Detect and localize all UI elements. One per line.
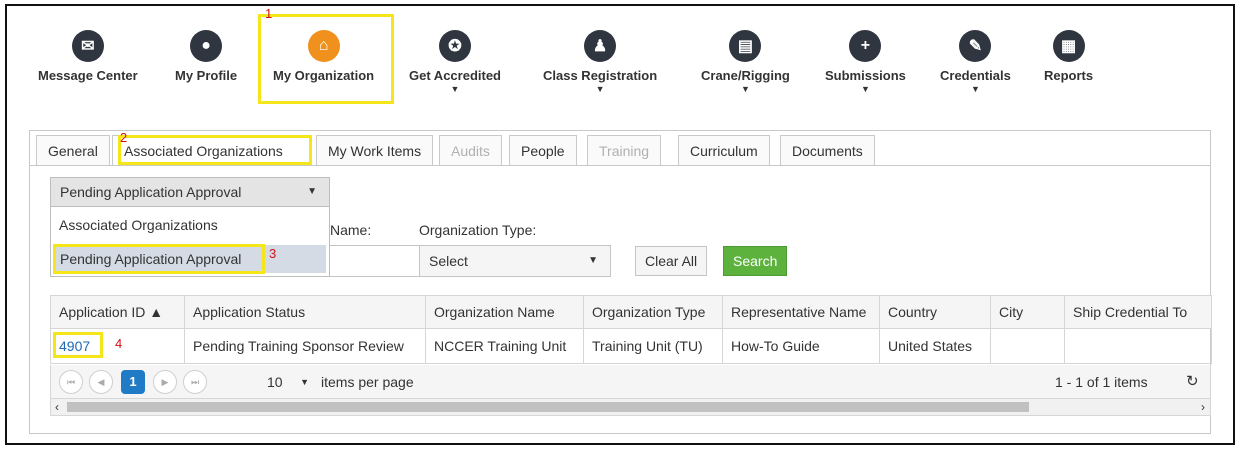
nav-label: Submissions — [825, 68, 906, 83]
column-header-organization-type[interactable]: Organization Type — [583, 295, 723, 329]
organization-type-select[interactable]: Select ▼ — [419, 245, 611, 277]
nav-label: Class Registration — [543, 68, 658, 83]
edit-icon: ✎ — [959, 30, 992, 62]
scrollbar-thumb[interactable] — [67, 402, 1029, 412]
grid-header-row: Application ID ▲ Application Status Orga… — [50, 295, 1212, 329]
refresh-icon[interactable]: ↻ — [1186, 365, 1199, 399]
clear-all-button[interactable]: Clear All — [635, 246, 708, 276]
cell-organization-name: NCCER Training Unit — [425, 328, 584, 364]
scroll-left-icon[interactable]: ‹ — [55, 399, 59, 415]
cell-application-status: Pending Training Sponsor Review — [184, 328, 426, 364]
cell-city — [990, 328, 1065, 364]
tab-audits: Audits — [439, 135, 502, 165]
option-associated-organizations[interactable]: Associated Organizations — [59, 217, 218, 233]
highlight-application-id — [53, 332, 103, 358]
column-header-country[interactable]: Country — [879, 295, 991, 329]
page-size-select[interactable]: 10 ▼ — [261, 370, 315, 394]
report-icon: ▦ — [1052, 30, 1085, 62]
organization-panel: General Associated Organizations My Work… — [29, 130, 1212, 434]
tab-people[interactable]: People — [509, 135, 577, 165]
nav-label: Crane/Rigging — [701, 68, 790, 83]
last-page-icon[interactable]: ⏭ — [183, 370, 207, 394]
chevron-down-icon: ▼ — [300, 377, 309, 387]
nav-reports[interactable]: ▦ Reports — [1044, 30, 1093, 83]
organization-type-label: Organization Type: — [419, 222, 537, 238]
table-row: 4907 4 Pending Training Sponsor Review N… — [50, 328, 1212, 364]
tab-documents[interactable]: Documents — [780, 135, 875, 165]
horizontal-scrollbar[interactable]: ‹ › — [50, 399, 1211, 416]
chevron-down-icon: ▼ — [450, 84, 460, 94]
nav-crane-rigging[interactable]: ▤ Crane/Rigging ▼ — [701, 30, 790, 94]
nav-get-accredited[interactable]: ✪ Get Accredited ▼ — [409, 30, 501, 94]
nav-my-profile[interactable]: ● My Profile — [175, 30, 237, 83]
nav-message-center[interactable]: ✉ Message Center — [38, 30, 138, 83]
items-per-page-label: items per page — [321, 374, 414, 390]
tab-training: Training — [587, 135, 662, 165]
top-navigation: ✉ Message Center ● My Profile ⌂ My Organ… — [7, 6, 1233, 118]
column-header-city[interactable]: City — [990, 295, 1065, 329]
chevron-down-icon: ▼ — [588, 255, 598, 266]
nav-credentials[interactable]: ✎ Credentials ▼ — [940, 30, 1011, 94]
view-selector-dropdown[interactable]: Pending Application Approval ▼ — [50, 177, 330, 207]
pager-summary: 1 - 1 of 1 items — [1055, 374, 1148, 390]
column-header-application-id[interactable]: Application ID ▲ — [50, 295, 185, 329]
tab-general[interactable]: General — [36, 135, 110, 165]
nav-label: Reports — [1044, 68, 1094, 83]
nav-label: Get Accredited — [409, 68, 501, 83]
view-selector-options: Associated Organizations Pending Applica… — [50, 207, 330, 277]
next-page-icon[interactable]: ▶ — [153, 370, 177, 394]
nav-submissions[interactable]: + Submissions ▼ — [825, 30, 906, 94]
add-document-icon: + — [849, 30, 882, 62]
chevron-down-icon: ▼ — [740, 84, 750, 94]
chevron-down-icon: ▼ — [861, 84, 870, 94]
envelope-icon: ✉ — [71, 30, 104, 62]
screenshot-frame: ✉ Message Center ● My Profile ⌂ My Organ… — [5, 4, 1235, 445]
step-number: 4 — [115, 336, 123, 351]
column-header-representative-name[interactable]: Representative Name — [722, 295, 880, 329]
chevron-down-icon: ▼ — [970, 84, 980, 94]
chevron-down-icon: ▼ — [595, 84, 605, 94]
chevron-down-icon: ▼ — [307, 186, 317, 197]
column-header-ship-credential-to[interactable]: Ship Credential To — [1064, 295, 1212, 329]
nav-label: Credentials — [940, 68, 1011, 83]
search-button[interactable]: Search — [723, 246, 788, 276]
nav-label: My Profile — [175, 68, 238, 83]
tab-divider — [30, 165, 1210, 166]
page-size-value: 10 — [267, 374, 283, 390]
cell-organization-type: Training Unit (TU) — [583, 328, 723, 364]
step-number: 2 — [120, 130, 128, 145]
nav-class-registration[interactable]: ♟ Class Registration ▼ — [543, 30, 657, 94]
first-page-icon[interactable]: ⏮ — [59, 370, 83, 394]
cell-application-id: 4907 4 — [50, 328, 185, 364]
highlight-my-organization — [258, 14, 394, 104]
view-selector-value: Pending Application Approval — [60, 184, 242, 200]
column-header-application-status[interactable]: Application Status — [184, 295, 426, 329]
cell-country: United States — [879, 328, 991, 364]
document-icon: ▤ — [729, 30, 762, 62]
cell-ship-credential-to — [1064, 328, 1212, 364]
presenter-icon: ♟ — [584, 30, 617, 62]
organization-type-value: Select — [429, 253, 468, 269]
tab-my-work-items[interactable]: My Work Items — [316, 135, 434, 165]
name-filter-label: Name: — [330, 222, 372, 238]
highlight-pending-application-approval — [53, 244, 265, 274]
page-number-current[interactable]: 1 — [121, 370, 145, 394]
grid-pager: ⏮ ◀ 1 ▶ ⏭ 10 ▼ items per page 1 - 1 of 1… — [50, 365, 1211, 399]
step-number: 1 — [265, 6, 273, 21]
person-icon: ● — [190, 30, 223, 62]
tab-curriculum[interactable]: Curriculum — [678, 135, 770, 165]
ribbon-icon: ✪ — [439, 30, 471, 62]
nav-label: Message Center — [38, 68, 138, 83]
previous-page-icon[interactable]: ◀ — [89, 370, 113, 394]
column-header-organization-name[interactable]: Organization Name — [425, 295, 584, 329]
highlight-associated-organizations-tab — [118, 135, 312, 165]
step-number: 3 — [269, 246, 277, 261]
applications-grid: Application ID ▲ Application Status Orga… — [50, 295, 1212, 364]
cell-representative-name: How-To Guide — [722, 328, 880, 364]
scroll-right-icon[interactable]: › — [1201, 399, 1205, 415]
